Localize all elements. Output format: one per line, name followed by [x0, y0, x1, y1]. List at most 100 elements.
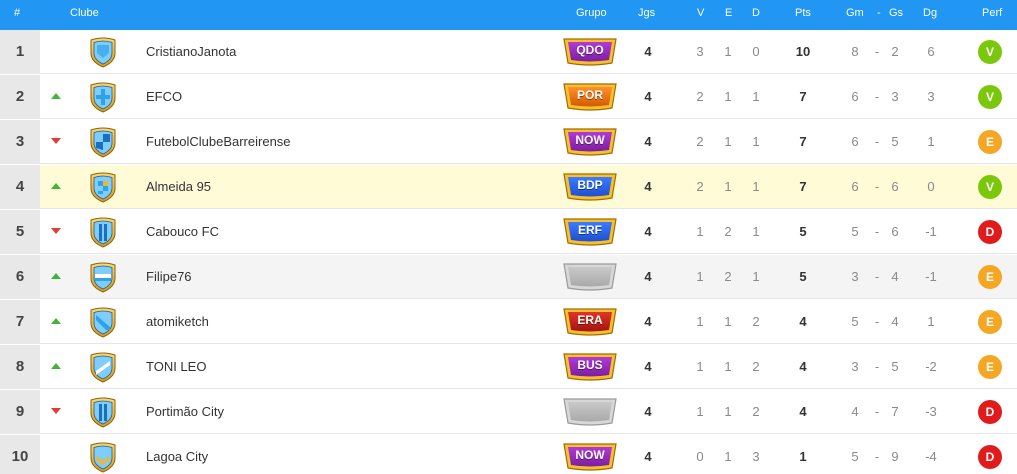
standings-table: # Clube Grupo Jgs V E D Pts Gm - Gs Dg P… [0, 0, 1017, 474]
points-value: 4 [799, 359, 807, 374]
goal-diff-value: -4 [925, 449, 937, 464]
club-name[interactable]: EFCO [146, 75, 182, 119]
group-label[interactable] [562, 261, 618, 290]
rank-cell: 3 [0, 120, 40, 164]
wins-value: 2 [696, 89, 704, 104]
wins-value: 1 [696, 224, 704, 239]
rank-cell: 7 [0, 300, 40, 344]
trend-up-icon [51, 318, 61, 324]
club-name[interactable]: Filipe76 [146, 255, 192, 299]
table-row[interactable]: 3 FutebolClubeBarreirense NOW 4 2 1 1 7 … [0, 120, 1017, 165]
trend-up-icon [51, 363, 61, 369]
blue-shield-icon [90, 37, 116, 68]
header-goals-for[interactable]: Gm [846, 0, 864, 26]
goals-against-value: 4 [891, 314, 899, 329]
header-goals-against[interactable]: Gs [889, 0, 903, 26]
form-badge: V [978, 40, 1002, 64]
draws-value: 1 [724, 314, 732, 329]
band-shield-icon [90, 262, 116, 293]
club-name[interactable]: TONI LEO [146, 345, 206, 389]
games-value: 4 [644, 359, 652, 374]
group-label[interactable]: NOW [562, 441, 618, 470]
form-badge: E [978, 355, 1002, 379]
group-label[interactable]: QDO [562, 36, 618, 65]
games-value: 4 [644, 44, 652, 59]
wins-value: 3 [696, 44, 704, 59]
table-row[interactable]: 5 Cabouco FC ERF 4 1 2 1 5 5 - 6 -1 D [0, 210, 1017, 255]
form-badge: V [978, 175, 1002, 199]
stripe-shield-icon [90, 397, 116, 428]
table-row[interactable]: 1 CristianoJanota QDO 4 3 1 0 10 8 - 2 6… [0, 30, 1017, 75]
table-row[interactable]: 8 TONI LEO BUS 4 1 1 2 4 3 - 5 -2 E [0, 345, 1017, 390]
points-value: 7 [799, 134, 807, 149]
draws-value: 2 [724, 224, 732, 239]
goals-against-value: 5 [891, 359, 899, 374]
games-value: 4 [644, 134, 652, 149]
club-name[interactable]: Lagoa City [146, 435, 208, 474]
wins-value: 1 [696, 314, 704, 329]
header-goal-diff[interactable]: Dg [923, 0, 937, 26]
goal-diff-value: 1 [927, 134, 935, 149]
games-value: 4 [644, 314, 652, 329]
club-name[interactable]: Cabouco FC [146, 210, 219, 254]
points-value: 1 [799, 449, 807, 464]
table-row[interactable]: 6 Filipe76 4 1 2 1 5 3 - 4 -1 E [0, 255, 1017, 300]
trend-down-icon [51, 408, 61, 414]
header-wins[interactable]: V [697, 0, 704, 26]
goal-diff-value: 3 [927, 89, 935, 104]
cross-shield-icon [90, 82, 116, 113]
goal-diff-value: 6 [927, 44, 935, 59]
group-label[interactable]: NOW [562, 126, 618, 155]
games-value: 4 [644, 404, 652, 419]
trend-down-icon [51, 228, 61, 234]
club-name[interactable]: Almeida 95 [146, 165, 211, 209]
table-row[interactable]: 2 EFCO POR 4 2 1 1 7 6 - 3 3 V [0, 75, 1017, 120]
goals-against-value: 6 [891, 224, 899, 239]
group-label[interactable]: ERF [562, 216, 618, 245]
header-points[interactable]: Pts [795, 0, 811, 26]
table-row[interactable]: 7 atomiketch ERA 4 1 1 2 4 5 - 4 1 E [0, 300, 1017, 345]
club-name[interactable]: FutebolClubeBarreirense [146, 120, 291, 164]
group-label[interactable]: POR [562, 81, 618, 110]
table-row[interactable]: 4 Almeida 95 BDP 4 2 1 1 7 6 - 6 0 V [0, 165, 1017, 210]
header-form: Perf [982, 7, 1003, 19]
rank-cell: 9 [0, 390, 40, 434]
draws-value: 1 [724, 134, 732, 149]
draws-value: 1 [724, 359, 732, 374]
goal-diff-value: 0 [927, 179, 935, 194]
club-name[interactable]: Portimão City [146, 390, 224, 434]
header-club[interactable]: Clube [70, 0, 99, 26]
chevron-shield-icon [90, 442, 116, 473]
goal-diff-value: -1 [925, 224, 937, 239]
header-losses[interactable]: D [752, 0, 760, 26]
rank-cell: 6 [0, 255, 40, 299]
points-value: 10 [795, 44, 811, 59]
header-rank: # [14, 7, 21, 19]
table-row[interactable]: 9 Portimão City 4 1 1 2 4 4 - 7 -3 D [0, 390, 1017, 435]
group-label[interactable]: ERA [562, 306, 618, 335]
club-name[interactable]: atomiketch [146, 300, 209, 344]
group-label[interactable]: BDP [562, 171, 618, 200]
losses-value: 2 [752, 404, 760, 419]
group-label[interactable] [562, 396, 618, 425]
draws-value: 1 [724, 449, 732, 464]
header-group[interactable]: Grupo [576, 0, 607, 26]
header-draws[interactable]: E [725, 0, 732, 26]
club-name[interactable]: CristianoJanota [146, 30, 236, 74]
table-row[interactable]: 10 Lagoa City NOW 4 0 1 3 1 5 - 9 -4 D [0, 435, 1017, 474]
losses-value: 1 [752, 134, 760, 149]
points-value: 7 [799, 89, 807, 104]
table-header: # Clube Grupo Jgs V E D Pts Gm - Gs Dg P… [0, 0, 1017, 30]
losses-value: 3 [752, 449, 760, 464]
sash-shield-icon [90, 352, 116, 383]
form-badge: D [978, 445, 1002, 469]
rank-cell: 4 [0, 165, 40, 209]
losses-value: 1 [752, 269, 760, 284]
draws-value: 1 [724, 44, 732, 59]
group-label[interactable]: BUS [562, 351, 618, 380]
header-games[interactable]: Jgs [638, 0, 655, 26]
wins-value: 1 [696, 359, 704, 374]
losses-value: 1 [752, 179, 760, 194]
row-body: TONI LEO BUS 4 1 1 2 4 3 - 5 -2 E [40, 345, 1017, 389]
quarter-shield-icon [90, 127, 116, 158]
